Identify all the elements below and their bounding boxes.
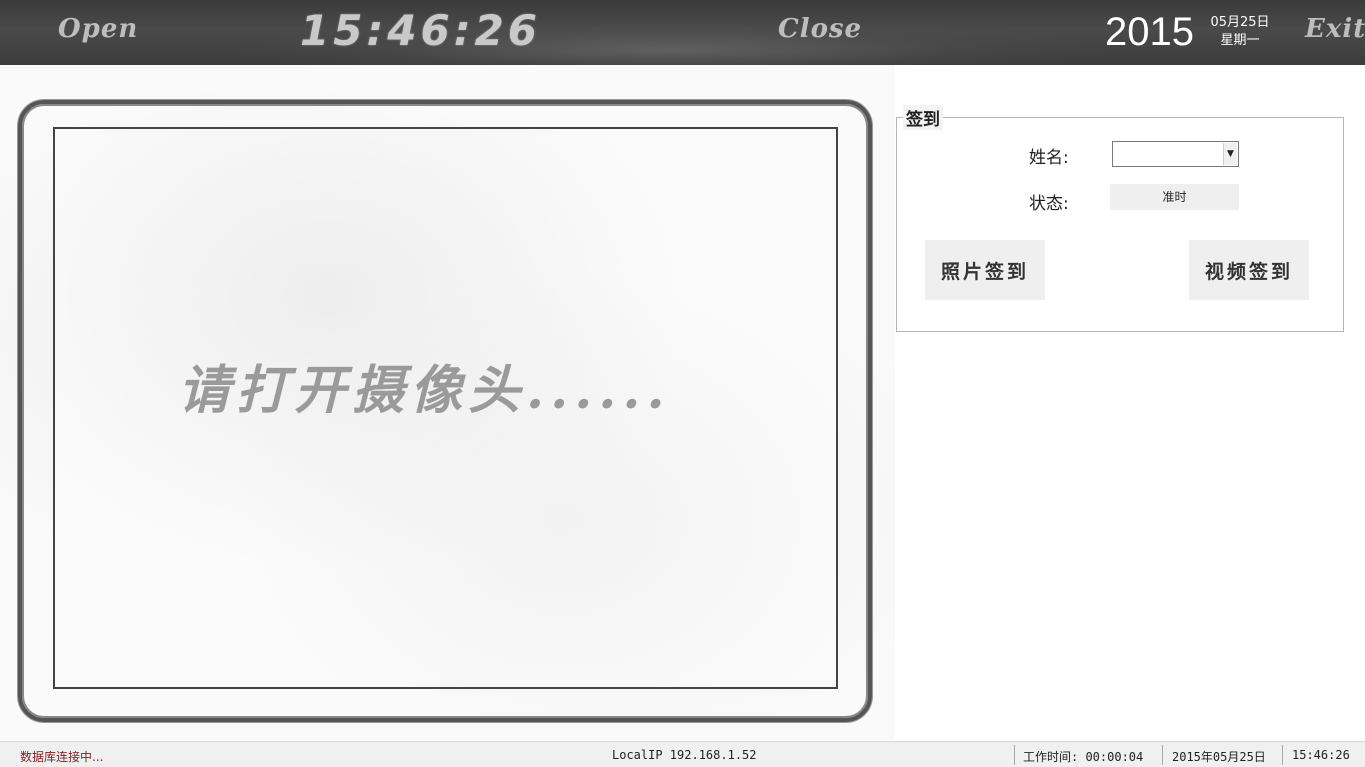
close-button[interactable]: Close xyxy=(778,14,862,44)
clock-display: 15:46:26 xyxy=(300,6,541,55)
weekday-display: 星期一 xyxy=(1220,33,1260,48)
work-time: 工作时间: 00:00:04 xyxy=(1023,750,1144,764)
status-time: 15:46:26 xyxy=(1292,748,1350,762)
date-block: 05月25日 星期一 xyxy=(1205,14,1275,50)
status-separator xyxy=(1162,745,1163,765)
status-separator xyxy=(1014,745,1015,765)
status-date: 2015年05月25日 xyxy=(1172,750,1266,764)
name-label: 姓名: xyxy=(1029,148,1069,168)
open-button[interactable]: Open xyxy=(58,14,138,44)
db-status: 数据库连接中... xyxy=(20,750,104,764)
photo-signin-button[interactable]: 照片签到 xyxy=(925,240,1045,300)
status-value: 准时 xyxy=(1110,184,1239,210)
date-display: 05月25日 xyxy=(1210,15,1270,30)
chevron-down-icon[interactable]: ▼ xyxy=(1223,143,1237,165)
name-select[interactable]: ▼ xyxy=(1112,141,1239,167)
status-label: 状态: xyxy=(1029,194,1069,214)
exit-button[interactable]: Exit xyxy=(1305,14,1365,44)
local-ip: LocalIP 192.168.1.52 xyxy=(612,748,757,762)
top-bar: Open 15:46:26 Close 2015 05月25日 星期一 Exit xyxy=(0,0,1365,65)
year-display: 2015 xyxy=(1105,10,1194,54)
status-separator xyxy=(1282,745,1283,765)
status-bar: 数据库连接中... LocalIP 192.168.1.52 工作时间: 00:… xyxy=(0,741,1365,767)
signin-panel-title: 签到 xyxy=(903,105,943,130)
video-signin-button[interactable]: 视频签到 xyxy=(1189,240,1309,300)
camera-prompt: 请打开摄像头...... xyxy=(178,360,671,421)
